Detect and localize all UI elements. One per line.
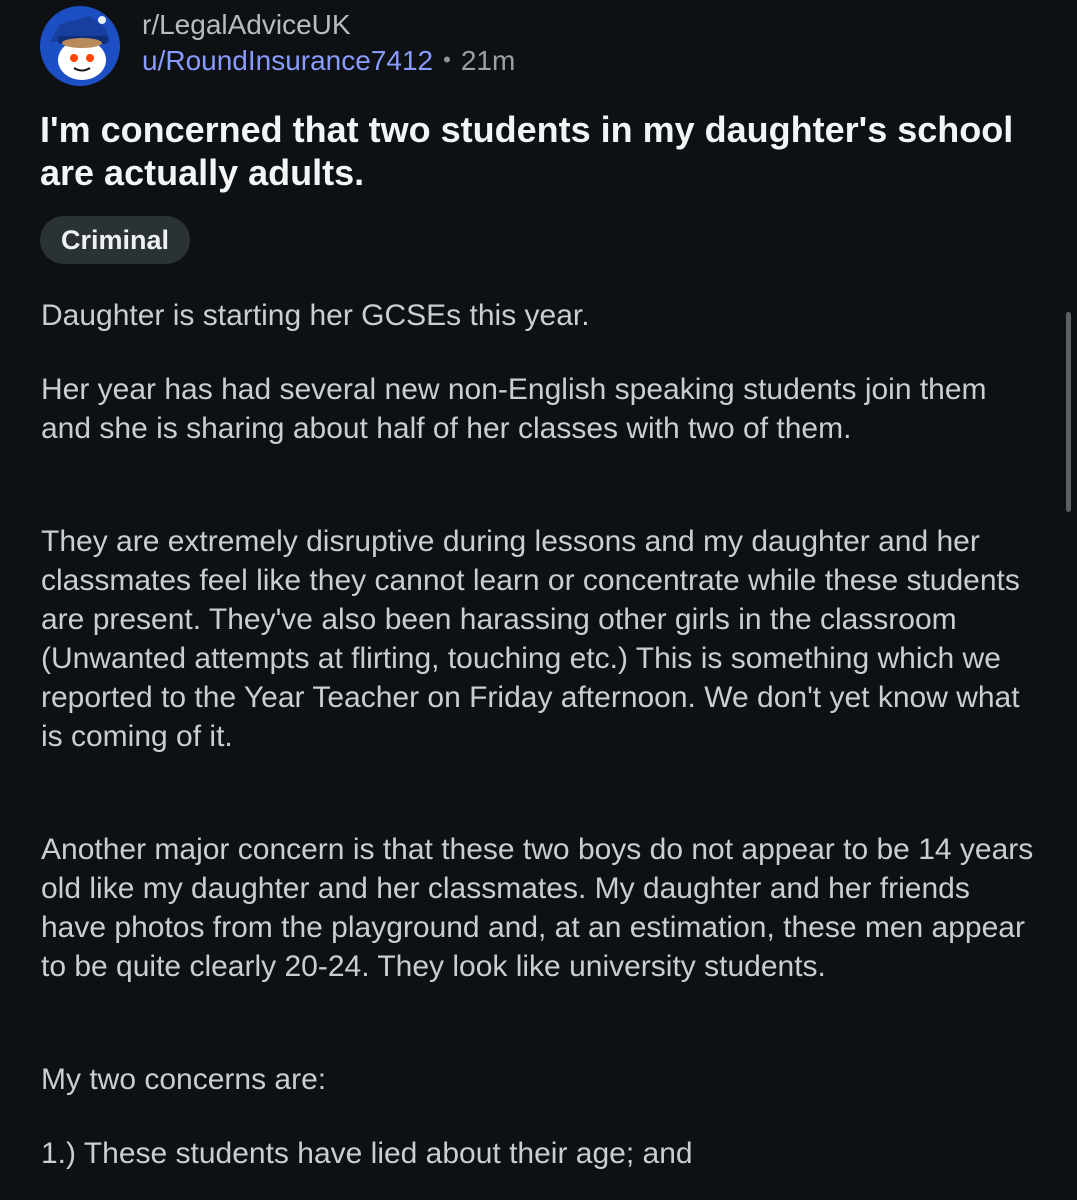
subreddit-name[interactable]: r/LegalAdviceUK	[142, 8, 351, 42]
subreddit-avatar-icon[interactable]	[40, 6, 120, 86]
post-paragraph: Her year has had several new non-English…	[41, 373, 987, 445]
post-paragraph: They are extremely disruptive during les…	[41, 525, 1020, 753]
post-paragraph: My two concerns are:	[41, 1063, 327, 1096]
separator-dot: •	[443, 47, 451, 72]
post-title: I'm concerned that two students in my da…	[40, 109, 1014, 193]
post-paragraph: 1.) These students have lied about their…	[41, 1137, 693, 1170]
post-flair[interactable]: Criminal	[40, 216, 191, 264]
scrollbar[interactable]	[1066, 312, 1071, 512]
post-paragraph: Daughter is starting her GCSEs this year…	[41, 299, 590, 332]
username-link[interactable]: u/RoundInsurance7412	[142, 45, 433, 76]
post-paragraph: Another major concern is that these two …	[41, 833, 1034, 983]
post-meta: u/RoundInsurance7412 • 21m	[142, 44, 515, 80]
post-time: 21m	[460, 45, 516, 76]
